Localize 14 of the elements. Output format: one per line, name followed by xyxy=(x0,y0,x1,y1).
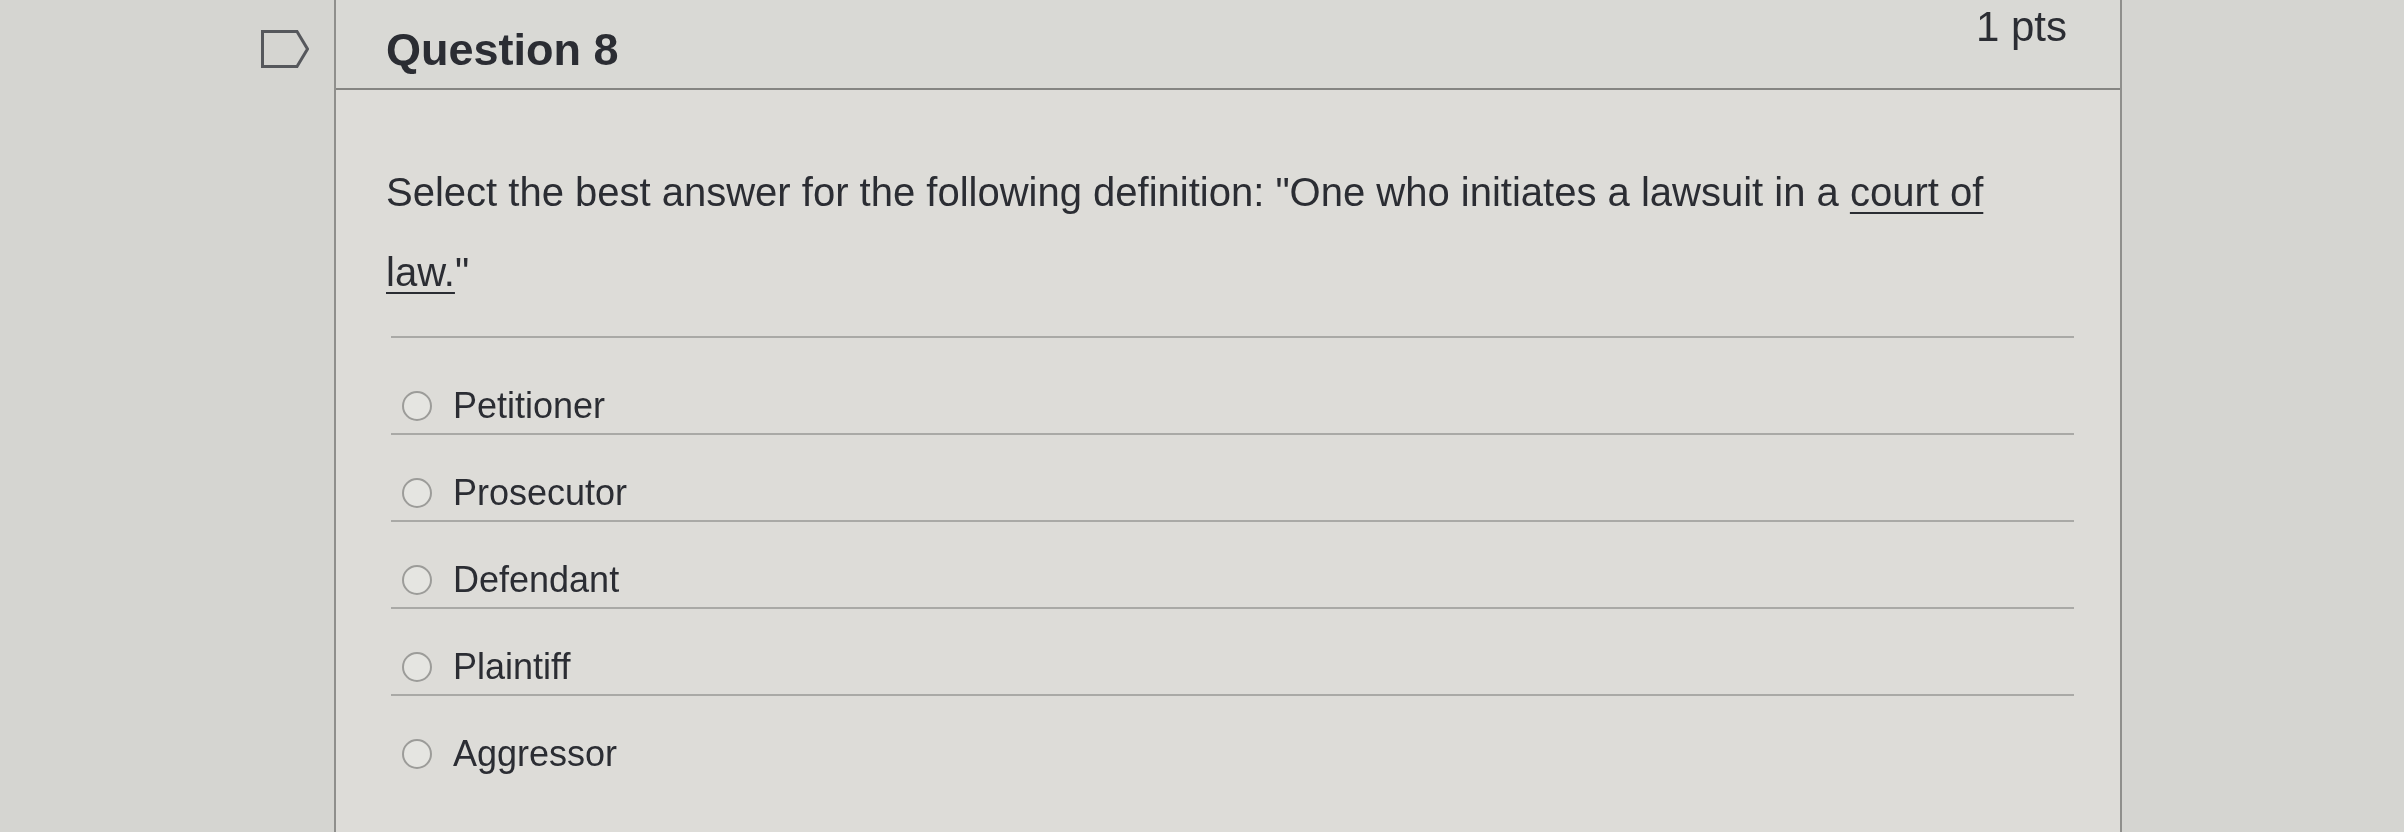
points-label: 1 pts xyxy=(1975,3,2067,51)
answer-label[interactable]: Petitioner xyxy=(453,388,606,424)
radio-button[interactable] xyxy=(402,391,432,421)
radio-button[interactable] xyxy=(402,565,432,595)
answer-label[interactable]: Aggressor xyxy=(453,736,618,772)
radio-button[interactable] xyxy=(402,739,432,769)
radio-button[interactable] xyxy=(402,652,432,682)
radio-button[interactable] xyxy=(402,478,432,508)
answer-label[interactable]: Prosecutor xyxy=(453,475,628,511)
answer-label[interactable]: Plaintiff xyxy=(453,649,571,685)
question-title: Question 8 xyxy=(386,24,619,76)
tag-icon[interactable] xyxy=(261,30,309,68)
question-text: Select the best answer for the following definition: "One who initiates a lawsuit in a court of law." xyxy=(386,169,1985,296)
answer-label[interactable]: Defendant xyxy=(453,562,620,598)
